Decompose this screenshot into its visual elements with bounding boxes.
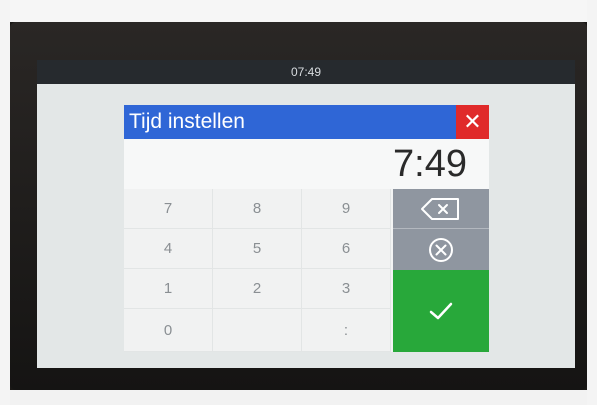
key-1[interactable]: 1 xyxy=(124,269,213,309)
key-label: 1 xyxy=(163,280,173,297)
key-label: 2 xyxy=(252,280,262,297)
time-value: 7:49 xyxy=(393,142,467,185)
key-label: 8 xyxy=(252,200,262,217)
bezel-left xyxy=(0,0,10,405)
checkmark-icon xyxy=(429,302,453,320)
time-setting-dialog: Tijd instellen ✕ 7:49 7 8 9 4 5 6 1 2 3 … xyxy=(124,105,489,352)
key-label: 4 xyxy=(163,240,173,257)
key-label: 0 xyxy=(163,321,173,339)
status-bar: 07:49 xyxy=(37,60,575,84)
key-empty xyxy=(213,309,302,352)
key-label: 7 xyxy=(163,200,173,217)
key-8[interactable]: 8 xyxy=(213,189,302,229)
close-icon: ✕ xyxy=(463,109,482,134)
dialog-title-bar: Tijd instellen xyxy=(124,105,456,139)
key-colon[interactable]: : xyxy=(302,309,391,352)
close-button[interactable]: ✕ xyxy=(456,105,489,139)
key-label: 5 xyxy=(252,240,262,257)
key-5[interactable]: 5 xyxy=(213,229,302,269)
key-2[interactable]: 2 xyxy=(213,269,302,309)
key-label: 3 xyxy=(341,280,351,297)
backspace-button[interactable] xyxy=(393,189,489,229)
dialog-title: Tijd instellen xyxy=(129,110,245,133)
key-7[interactable]: 7 xyxy=(124,189,213,229)
time-display: 7:49 xyxy=(124,139,489,189)
key-9[interactable]: 9 xyxy=(302,189,391,229)
key-label: : xyxy=(343,321,349,339)
confirm-button[interactable] xyxy=(393,270,489,352)
key-3[interactable]: 3 xyxy=(302,269,391,309)
key-label: 9 xyxy=(341,200,351,217)
bezel-bottom xyxy=(0,390,597,405)
key-0[interactable]: 0 xyxy=(124,309,213,352)
backspace-icon xyxy=(421,197,459,220)
bezel-top xyxy=(0,0,597,22)
bezel-right xyxy=(587,0,597,405)
key-6[interactable]: 6 xyxy=(302,229,391,269)
status-time: 07:49 xyxy=(290,65,322,79)
screen: 07:49 Tijd instellen ✕ 7:49 7 8 9 4 5 6 … xyxy=(37,60,575,368)
key-4[interactable]: 4 xyxy=(124,229,213,269)
key-label: 6 xyxy=(341,240,351,257)
clear-button[interactable] xyxy=(393,229,489,270)
clear-circle-icon xyxy=(429,237,453,262)
